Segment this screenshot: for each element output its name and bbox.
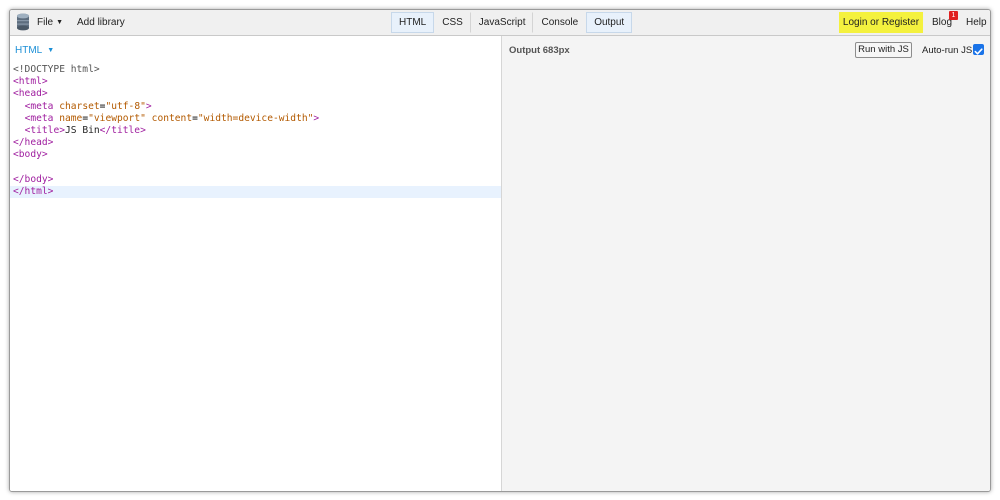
jsbin-window: File ▼ Add library HTML CSS JavaScript Co… bbox=[9, 9, 991, 492]
file-menu-label: File bbox=[37, 17, 54, 28]
code-line: <body> bbox=[13, 149, 48, 161]
code-line: <meta name="viewport" content="width=dev… bbox=[24, 112, 320, 124]
run-with-js-button[interactable]: Run with JS bbox=[855, 42, 912, 58]
login-register-button[interactable]: Login or Register bbox=[839, 12, 923, 33]
file-menu[interactable]: File ▼ bbox=[37, 17, 63, 28]
toolbar: File ▼ Add library HTML CSS JavaScript Co… bbox=[10, 10, 990, 36]
help-link[interactable]: Help bbox=[966, 17, 987, 28]
add-library-button[interactable]: Add library bbox=[77, 17, 125, 28]
checkmark-icon bbox=[974, 48, 983, 55]
panel-tabs: HTML CSS JavaScript Console Output bbox=[391, 12, 633, 33]
code-line: <html> bbox=[13, 76, 48, 88]
code-line: <title>JS Bin</title> bbox=[24, 124, 146, 136]
autorun-js-checkbox[interactable] bbox=[973, 44, 984, 55]
html-editor-panel[interactable]: HTML ▼ <!DOCTYPE html> <html> <head> <met… bbox=[10, 36, 502, 491]
output-panel: Output 683px Run with JS Auto-run JS bbox=[502, 36, 990, 491]
editor-panel-label-text: HTML bbox=[15, 45, 43, 56]
output-width-label: Output 683px bbox=[509, 45, 570, 56]
autorun-js-label: Auto-run JS bbox=[922, 45, 973, 56]
jsbin-logo-icon[interactable] bbox=[16, 13, 30, 31]
code-line: </body> bbox=[13, 173, 54, 185]
caret-down-icon: ▼ bbox=[47, 47, 55, 54]
code-line: <meta charset="utf-8"> bbox=[24, 100, 152, 112]
editor-panel-label[interactable]: HTML ▼ bbox=[15, 45, 54, 56]
code-line: <head> bbox=[13, 88, 48, 100]
tab-css[interactable]: CSS bbox=[434, 12, 471, 33]
code-area[interactable]: <!DOCTYPE html> <html> <head> <meta char… bbox=[10, 64, 501, 199]
caret-down-icon: ▼ bbox=[56, 19, 64, 26]
tab-output[interactable]: Output bbox=[586, 12, 633, 33]
tab-javascript[interactable]: JavaScript bbox=[471, 12, 534, 33]
code-line: </head> bbox=[13, 137, 54, 149]
code-line: <!DOCTYPE html> bbox=[13, 64, 100, 75]
tab-console[interactable]: Console bbox=[533, 12, 586, 33]
tab-html[interactable]: HTML bbox=[391, 12, 435, 33]
blog-notification-badge: 1 bbox=[949, 11, 958, 20]
code-line-current: </html> bbox=[10, 185, 501, 199]
